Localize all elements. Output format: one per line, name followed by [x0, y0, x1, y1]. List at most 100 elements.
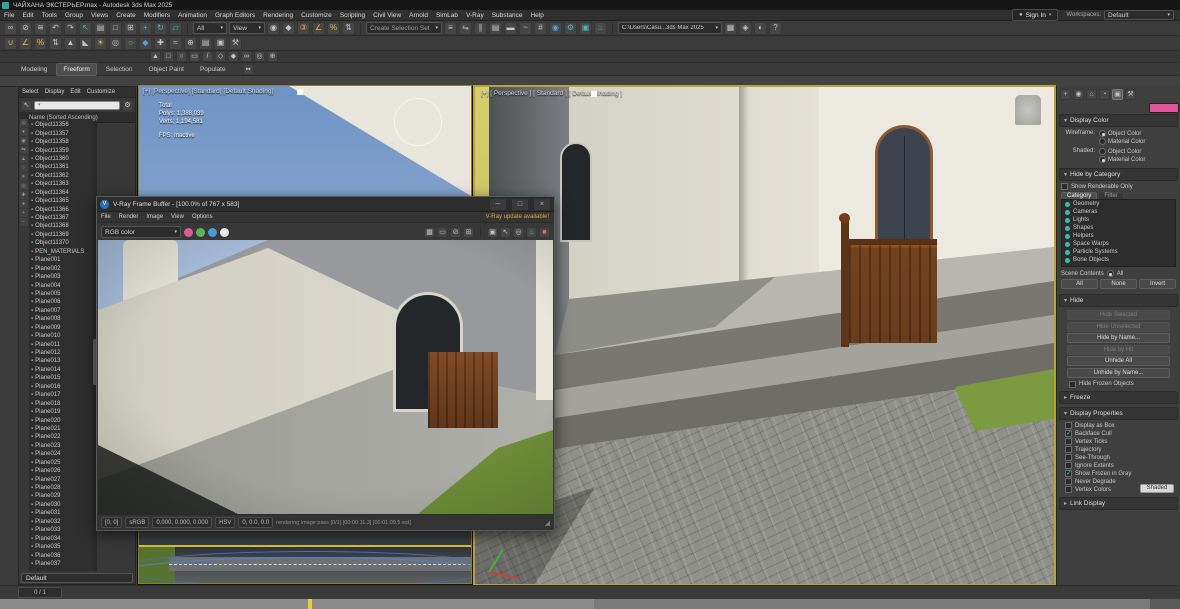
curve-editor-icon[interactable]: ~ — [519, 21, 532, 35]
viewport-label[interactable]: [+] [ Perspective ] [ Standard ] [ Defau… — [481, 90, 622, 97]
hide-action-button[interactable]: Hide Unselected — [1067, 321, 1170, 332]
vfb-menu-item[interactable]: Image — [142, 214, 167, 220]
toggle-ribbon-icon[interactable]: ▬ — [504, 21, 517, 35]
select-and-manipulate-icon[interactable]: ◆ — [282, 21, 295, 35]
list-item[interactable]: ▪ Object11361 — [29, 163, 93, 171]
list-item[interactable]: ▪ Object11359 — [29, 146, 93, 154]
utilities-tab-icon[interactable]: ⚒ — [1125, 88, 1136, 100]
vfb-menu-item[interactable]: Render — [115, 214, 143, 220]
ribbon-tab[interactable]: Freeform — [56, 62, 97, 76]
list-item[interactable]: ▪ Object11362 — [29, 172, 93, 180]
rollout-display-color[interactable]: ▾ Display Color — [1059, 114, 1178, 127]
selection-filter-dropdown[interactable]: All ▾ — [193, 22, 227, 34]
hide-action-button[interactable]: Hide Selected — [1067, 310, 1170, 320]
menu-item[interactable]: Help — [526, 12, 547, 19]
ribbon-tab[interactable]: Object Paint — [142, 63, 191, 76]
time-slider[interactable] — [0, 599, 1180, 609]
explorer-menu-item[interactable]: Select — [19, 89, 42, 95]
duplicate-to-host-icon[interactable]: ⊞ — [463, 226, 474, 238]
layer-explorer-icon[interactable]: ▤ — [489, 21, 502, 35]
srgb-toggle[interactable]: sRGB — [125, 517, 150, 528]
category-item[interactable]: Helpers — [1062, 232, 1175, 240]
list-item[interactable]: ▪ Plane012 — [29, 349, 93, 357]
hierarchy-tab-icon[interactable]: ⌂ — [1086, 88, 1097, 100]
category-item[interactable]: Geometry — [1062, 200, 1175, 208]
list-item[interactable]: ▪ Plane013 — [29, 357, 93, 365]
edit-named-sets-icon[interactable]: ≡ — [444, 21, 457, 35]
hide-frozen-objects-checkbox[interactable]: Hide Frozen Objects — [1057, 379, 1180, 388]
channel-dropdown[interactable]: RGB color ▾ — [101, 226, 181, 238]
menu-item[interactable]: File — [0, 12, 18, 19]
camera-tool-icon[interactable]: ◎ — [109, 36, 122, 50]
edge-mode-icon[interactable]: / — [202, 51, 213, 62]
project-folder-dropdown[interactable]: C:\Users\Casu...3ds Max 2025 ▾ — [618, 22, 722, 34]
workspaces-dropdown[interactable]: Default ▾ — [1104, 10, 1174, 20]
select-and-link-icon[interactable]: ∞ — [4, 21, 17, 35]
list-item[interactable]: ▪ Plane034 — [29, 534, 93, 542]
explorer-menu-item[interactable]: Display — [42, 89, 68, 95]
select-and-move-icon[interactable]: + — [139, 21, 152, 35]
snaps-toggle-icon[interactable]: ③ — [297, 21, 310, 35]
rollout-freeze[interactable]: ▸ Freeze — [1059, 390, 1178, 404]
explorer-search-input[interactable]: ▾ — [34, 100, 120, 110]
list-item[interactable]: ▪ Object11369 — [29, 231, 93, 239]
selection-mode-icon[interactable]: ↖ — [21, 99, 32, 111]
display-tool-icon[interactable]: ▣ — [214, 36, 227, 50]
list-item[interactable]: ▪ Object11358 — [29, 138, 93, 146]
expand-all-icon[interactable]: + — [19, 209, 28, 217]
list-item[interactable]: ▪ Object11364 — [29, 189, 93, 197]
utilities-tool-icon[interactable]: ⚒ — [229, 36, 242, 50]
category-item[interactable]: Space Warps — [1062, 240, 1175, 248]
wireframe-object-color-radio[interactable]: Object Color — [1099, 130, 1145, 137]
angle-snap-icon[interactable]: ∠ — [312, 21, 325, 35]
red-channel-toggle[interactable] — [184, 227, 193, 237]
undo-icon[interactable]: ↶ — [49, 21, 62, 35]
list-item[interactable]: ▪ Plane004 — [29, 281, 93, 289]
spinner-snap-icon[interactable]: ⇅ — [342, 21, 355, 35]
stop-render-icon[interactable]: ■ — [539, 226, 550, 238]
green-channel-toggle[interactable] — [196, 227, 205, 237]
loop-select-icon[interactable]: ∞ — [241, 51, 252, 62]
category-item[interactable]: Particle Systems — [1062, 248, 1175, 256]
modify-tab-icon[interactable]: ◉ — [1073, 88, 1084, 100]
list-item[interactable]: ▪ Object11356 — [29, 121, 93, 129]
vfb-menu-item[interactable]: View — [167, 214, 188, 220]
list-item[interactable]: ▪ Plane009 — [29, 324, 93, 332]
menu-item[interactable]: Arnold — [405, 12, 432, 19]
display-property-row[interactable]: Show Frozen in Gray — [1059, 469, 1178, 478]
snaps-magnet-icon[interactable]: ∪ — [4, 36, 17, 50]
list-item[interactable]: ▪ Plane021 — [29, 425, 93, 433]
list-item[interactable]: ▪ Plane014 — [29, 366, 93, 374]
shapes-tool-icon[interactable]: ○ — [124, 36, 137, 50]
vfb-title-bar[interactable]: V V-Ray Frame Buffer - [100.0% of 767 x … — [97, 197, 554, 212]
vray-frame-buffer[interactable]: V V-Ray Frame Buffer - [100.0% of 767 x … — [96, 196, 555, 531]
list-item[interactable]: ▪ Plane037 — [29, 560, 93, 568]
helpers-tool-icon[interactable]: ✚ — [154, 36, 167, 50]
track-mouse-icon[interactable]: ◎ — [513, 226, 524, 238]
modeling-tool-icon[interactable]: ◣ — [79, 36, 92, 50]
select-and-rotate-icon[interactable]: ↻ — [154, 21, 167, 35]
list-item[interactable]: ▪ Plane005 — [29, 290, 93, 298]
angle-snap-2-icon[interactable]: ∠ — [19, 36, 32, 50]
filter-shapes-icon[interactable]: ○ — [19, 164, 28, 172]
schematic-view-icon[interactable]: # — [534, 21, 547, 35]
list-item[interactable]: ▪ Plane028 — [29, 484, 93, 492]
display-property-row[interactable]: Trajectory — [1059, 446, 1178, 454]
list-item[interactable]: ▪ Plane020 — [29, 416, 93, 424]
viewport-right[interactable]: [+] [ Perspective ] [ Standard ] [ Defau… — [473, 85, 1056, 586]
blue-channel-toggle[interactable] — [208, 227, 217, 237]
menu-item[interactable]: Graph Editors — [211, 12, 259, 19]
list-item[interactable]: ▪ Plane016 — [29, 383, 93, 391]
list-item[interactable]: ▪ Object11357 — [29, 129, 93, 137]
load-image-icon[interactable]: ▭ — [437, 226, 448, 238]
list-item[interactable]: ▪ Plane023 — [29, 442, 93, 450]
border-mode-icon[interactable]: ◇ — [215, 51, 226, 62]
material-editor-icon[interactable]: ◉ — [549, 21, 562, 35]
space-warp-tool-icon[interactable]: ≈ — [169, 36, 182, 50]
wireframe-material-color-radio[interactable]: Material Color — [1099, 138, 1145, 145]
shaded-toggle-button[interactable]: Shaded — [1140, 483, 1174, 493]
list-item[interactable]: ▪ Plane015 — [29, 374, 93, 382]
hide-action-button[interactable]: Unhide by Name... — [1067, 367, 1170, 378]
ribbon-tab[interactable]: Selection — [99, 63, 140, 76]
lock-selection-icon[interactable]: ◉ — [19, 137, 28, 145]
